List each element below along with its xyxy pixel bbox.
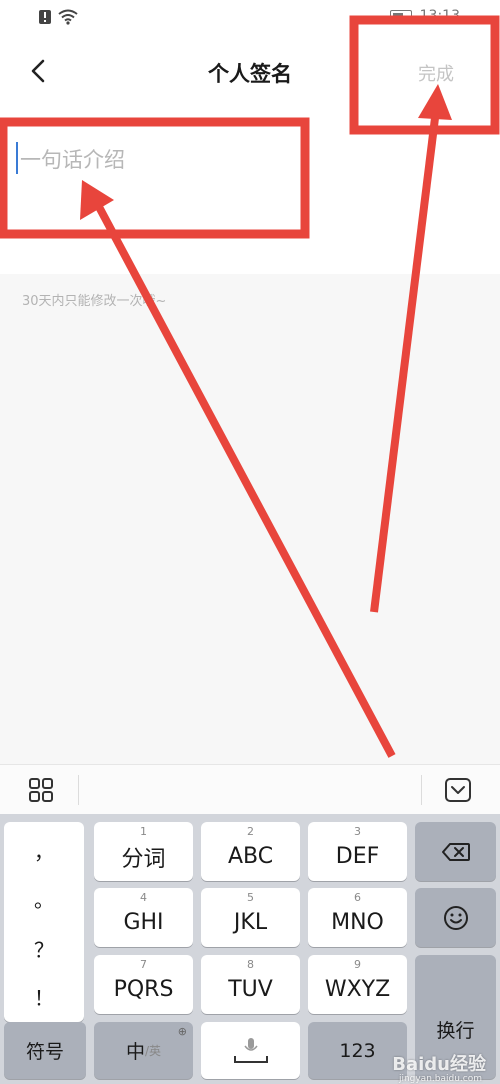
numbers-key-label: 123 xyxy=(339,1039,376,1062)
key-number: 3 xyxy=(354,825,361,838)
input-placeholder: 一句话介绍 xyxy=(20,148,125,172)
key-label: MNO xyxy=(331,910,384,935)
key-number: 9 xyxy=(354,958,361,971)
enter-key-label: 换行 xyxy=(436,1020,475,1042)
done-button[interactable]: 完成 xyxy=(418,60,454,86)
wifi-icon xyxy=(58,9,78,25)
collapse-keyboard-icon[interactable] xyxy=(444,777,472,803)
punct-period-key[interactable]: 。 xyxy=(4,884,84,913)
watermark-logo: Baidu经验 xyxy=(392,1054,486,1075)
backspace-icon xyxy=(441,842,470,861)
key-label: DEF xyxy=(335,844,380,869)
punct-question-key[interactable]: ？ xyxy=(4,934,84,963)
space-key[interactable] xyxy=(201,1022,300,1079)
key-label: WXYZ xyxy=(324,977,391,1002)
key-8[interactable]: 8 TUV xyxy=(201,955,300,1014)
text-caret xyxy=(16,142,18,174)
symbols-key[interactable]: 符号 xyxy=(4,1022,86,1079)
key-number: 1 xyxy=(140,825,147,838)
toolbar-divider xyxy=(421,775,422,805)
clock: 13:13 xyxy=(419,8,460,24)
key-1[interactable]: 1 分词 xyxy=(94,822,193,881)
key-2[interactable]: 2 ABC xyxy=(201,822,300,881)
punct-comma-key[interactable]: ， xyxy=(4,836,84,865)
punctuation-column[interactable]: ， 。 ？ ！ xyxy=(4,822,84,1022)
key-label: TUV xyxy=(228,977,273,1002)
key-number: 4 xyxy=(140,891,147,904)
keyboard-toolbar xyxy=(0,764,500,814)
key-4[interactable]: 4 GHI xyxy=(94,888,193,947)
toolbar-divider xyxy=(78,775,79,805)
t9-keyboard: ， 。 ？ ！ 1 分词 2 ABC 3 DEF 4 GHI 5 JKL 6 M… xyxy=(0,814,500,1084)
language-switch-key[interactable]: ⊕ 中 /英 xyxy=(94,1022,193,1079)
content-area: 30天内只能修改一次哦~ xyxy=(0,274,500,764)
key-6[interactable]: 6 MNO xyxy=(308,888,407,947)
globe-icon: ⊕ xyxy=(177,1025,187,1038)
key-7[interactable]: 7 PQRS xyxy=(94,955,193,1014)
key-9[interactable]: 9 WXYZ xyxy=(308,955,407,1014)
status-left xyxy=(38,9,78,25)
status-bar: 13:13 xyxy=(0,0,500,40)
key-label: ABC xyxy=(227,844,274,869)
key-5[interactable]: 5 JKL xyxy=(201,888,300,947)
status-right: 13:13 xyxy=(389,8,460,24)
key-label: GHI xyxy=(123,910,164,935)
key-label: 分词 xyxy=(121,846,166,872)
watermark-url: jingyan.baidu.com xyxy=(398,1074,482,1084)
key-number: 5 xyxy=(247,891,254,904)
grid-icon[interactable] xyxy=(28,777,54,803)
lang-main-label: 中 xyxy=(125,1041,145,1063)
key-number: 7 xyxy=(140,958,147,971)
edit-limit-hint: 30天内只能修改一次哦~ xyxy=(22,294,167,309)
key-number: 8 xyxy=(247,958,254,971)
emoji-icon xyxy=(443,905,468,930)
emoji-key[interactable] xyxy=(415,888,496,947)
battery-icon xyxy=(389,10,412,22)
key-label: PQRS xyxy=(113,977,174,1002)
key-number: 2 xyxy=(247,825,254,838)
alert-icon xyxy=(39,10,51,24)
key-number: 6 xyxy=(354,891,361,904)
nav-bar: 个人签名 完成 xyxy=(0,40,500,102)
symbols-key-label: 符号 xyxy=(25,1041,64,1063)
punct-exclaim-key[interactable]: ！ xyxy=(4,982,84,1011)
microphone-icon xyxy=(233,1037,268,1063)
lang-sub-label: /英 xyxy=(144,1044,162,1058)
signature-input[interactable]: 一句话介绍 xyxy=(0,102,500,274)
backspace-key[interactable] xyxy=(415,822,496,881)
key-label: JKL xyxy=(233,910,268,935)
key-3[interactable]: 3 DEF xyxy=(308,822,407,881)
